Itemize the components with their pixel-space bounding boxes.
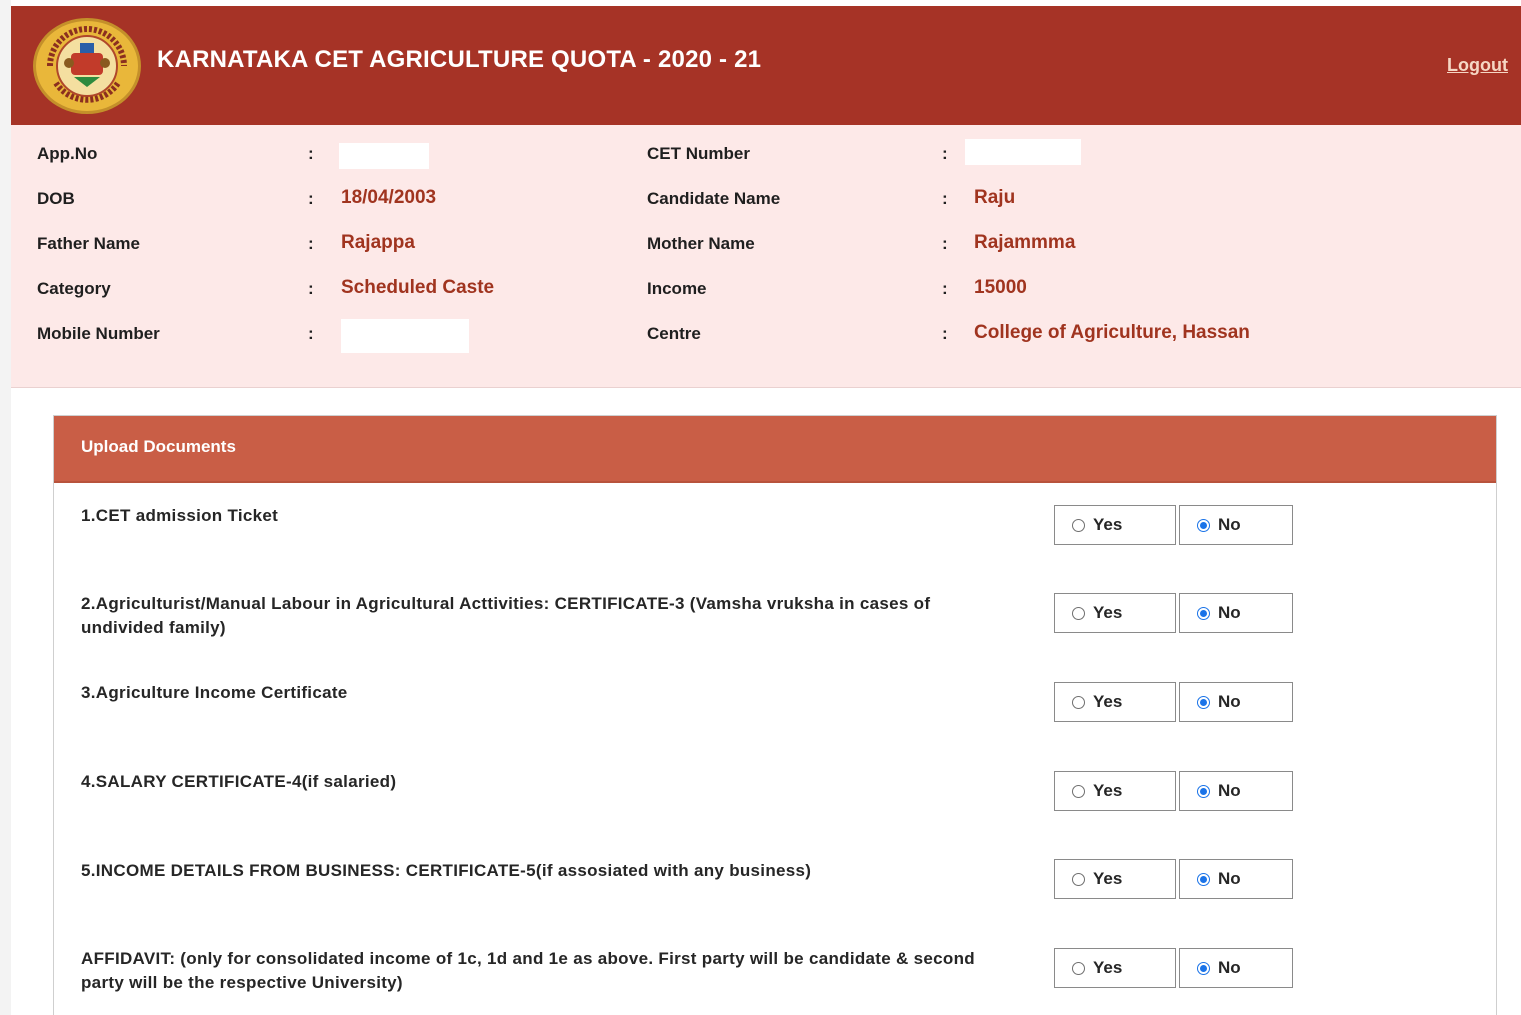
cet-number-value	[965, 139, 1081, 165]
mother-name-value: Rajammma	[974, 232, 1076, 253]
no-label: No	[1218, 781, 1241, 800]
no-label: No	[1218, 869, 1241, 888]
dob-label: DOB	[37, 189, 75, 208]
document-label: 5.INCOME DETAILS FROM BUSINESS: CERTIFIC…	[81, 861, 812, 880]
mobile-number-label: Mobile Number	[37, 324, 160, 343]
centre-label: Centre	[647, 324, 701, 343]
candidate-name-label: Candidate Name	[647, 189, 781, 208]
no-label: No	[1218, 603, 1241, 622]
colon: :	[942, 189, 948, 208]
radio-button[interactable]	[1072, 607, 1085, 620]
colon: :	[308, 279, 314, 298]
info-row: Father Name : Rajappa Mother Name : Raja…	[11, 231, 1521, 261]
yes-label: Yes	[1093, 869, 1123, 888]
colon: :	[308, 324, 314, 343]
upload-documents-title: Upload Documents	[81, 437, 236, 456]
radio-button[interactable]	[1197, 873, 1210, 886]
yes-radio-option[interactable]: Yes	[1054, 593, 1176, 633]
no-radio-option[interactable]: No	[1179, 593, 1293, 633]
app-no-label: App.No	[37, 144, 98, 163]
colon: :	[942, 279, 948, 298]
info-row: DOB : 18/04/2003 Candidate Name : Raju	[11, 186, 1521, 216]
no-radio-option[interactable]: No	[1179, 859, 1293, 899]
radio-button[interactable]	[1072, 873, 1085, 886]
income-label: Income	[647, 279, 707, 298]
radio-button[interactable]	[1072, 519, 1085, 532]
yes-label: Yes	[1093, 692, 1123, 711]
yes-radio-option[interactable]: Yes	[1054, 682, 1176, 722]
colon: :	[942, 234, 948, 253]
info-row: Mobile Number : Centre : College of Agri…	[11, 319, 1521, 353]
document-label: AFFIDAVIT: (only for consolidated income…	[81, 949, 975, 992]
yes-radio-option[interactable]: Yes	[1054, 859, 1176, 899]
document-label: 4.SALARY CERTIFICATE-4(if salaried)	[81, 772, 397, 791]
mother-name-label: Mother Name	[647, 234, 755, 253]
info-row: Category : Scheduled Caste Income : 1500…	[11, 276, 1521, 306]
centre-value: College of Agriculture, Hassan	[974, 322, 1250, 343]
no-radio-option[interactable]: No	[1179, 771, 1293, 811]
father-name-value: Rajappa	[341, 232, 415, 253]
category-label: Category	[37, 279, 111, 298]
info-row: App.No : CET Number :	[11, 139, 1521, 171]
father-name-label: Father Name	[37, 234, 140, 253]
upload-documents-header: Upload Documents	[54, 416, 1496, 483]
radio-button[interactable]	[1197, 962, 1210, 975]
yes-label: Yes	[1093, 515, 1123, 534]
no-label: No	[1218, 958, 1241, 977]
document-label: 1.CET admission Ticket	[81, 506, 279, 525]
page: KARNATAKA CET AGRICULTURE QUOTA - 2020 -…	[0, 0, 1521, 1015]
candidate-info-panel: App.No : CET Number : DOB : 18/04/2003 C…	[11, 125, 1521, 388]
no-radio-option[interactable]: No	[1179, 505, 1293, 545]
radio-button[interactable]	[1197, 607, 1210, 620]
yes-label: Yes	[1093, 603, 1123, 622]
page-title: KARNATAKA CET AGRICULTURE QUOTA - 2020 -…	[157, 46, 762, 73]
no-label: No	[1218, 515, 1241, 534]
no-radio-option[interactable]: No	[1179, 948, 1293, 988]
header-bar: KARNATAKA CET AGRICULTURE QUOTA - 2020 -…	[11, 6, 1521, 125]
yes-radio-option[interactable]: Yes	[1054, 505, 1176, 545]
document-label: 2.Agriculturist/Manual Labour in Agricul…	[81, 594, 931, 637]
colon: :	[308, 234, 314, 253]
yes-label: Yes	[1093, 958, 1123, 977]
radio-button[interactable]	[1072, 962, 1085, 975]
no-radio-option[interactable]: No	[1179, 682, 1293, 722]
radio-button[interactable]	[1197, 696, 1210, 709]
upload-documents-panel: Upload Documents 1.CET admission Ticket Y…	[53, 415, 1497, 1015]
left-edge	[0, 0, 11, 1015]
radio-button[interactable]	[1197, 519, 1210, 532]
category-value: Scheduled Caste	[341, 277, 495, 298]
radio-button[interactable]	[1197, 785, 1210, 798]
colon: :	[308, 144, 314, 163]
cet-number-label: CET Number	[647, 144, 750, 163]
colon: :	[942, 144, 948, 163]
candidate-name-value: Raju	[974, 187, 1016, 208]
karnataka-emblem-icon	[33, 18, 141, 114]
colon: :	[308, 189, 314, 208]
yes-radio-option[interactable]: Yes	[1054, 771, 1176, 811]
yes-label: Yes	[1093, 781, 1123, 800]
no-label: No	[1218, 692, 1241, 711]
radio-button[interactable]	[1072, 696, 1085, 709]
income-value: 15000	[974, 277, 1027, 298]
app-no-value	[339, 143, 429, 169]
dob-value: 18/04/2003	[341, 187, 437, 208]
yes-radio-option[interactable]: Yes	[1054, 948, 1176, 988]
radio-button[interactable]	[1072, 785, 1085, 798]
colon: :	[942, 324, 948, 343]
document-label: 3.Agriculture Income Certificate	[81, 683, 348, 702]
logout-link[interactable]: Logout	[1447, 55, 1508, 76]
mobile-number-value	[341, 319, 469, 353]
